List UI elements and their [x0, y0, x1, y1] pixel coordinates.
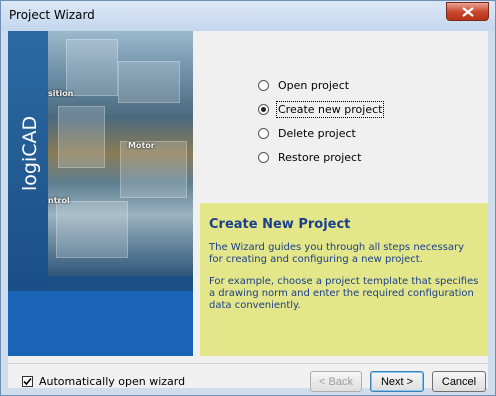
back-button[interactable]: < Back [310, 371, 362, 392]
photo-label-position: sition [48, 89, 74, 98]
option-label: Delete project [278, 126, 356, 140]
next-button[interactable]: Next > [370, 371, 424, 392]
description-paragraph: For example, choose a project template t… [209, 276, 479, 311]
logicad-logo: logiCAD [19, 51, 41, 211]
project-wizard-window: Project Wizard logiCAD sition Motor ntro… [0, 0, 496, 396]
radio-create-new-project[interactable] [258, 103, 269, 115]
auto-open-wizard-checkbox[interactable] [22, 376, 33, 387]
photo-label-control: ntrol [48, 196, 70, 205]
auto-open-wizard-checkbox-row[interactable]: Automatically open wizard [22, 375, 185, 388]
logo-text: logiCAD [20, 116, 41, 191]
photo-tile [118, 61, 180, 103]
option-delete-project[interactable]: Delete project [258, 121, 383, 145]
checkmark-icon [23, 377, 32, 386]
radio-restore-project[interactable] [258, 151, 269, 163]
action-options: Open project Create new project Delete p… [258, 73, 385, 169]
cancel-button[interactable]: Cancel [432, 371, 486, 392]
photo-tile [56, 201, 128, 258]
photo-tile [66, 39, 118, 96]
auto-open-wizard-label: Automatically open wizard [39, 375, 186, 388]
option-label: Create new project [275, 100, 385, 118]
radio-delete-project[interactable] [258, 127, 269, 139]
close-icon [462, 7, 474, 17]
description-panel: Create New Project The Wizard guides you… [200, 203, 488, 356]
description-title: Create New Project [209, 217, 351, 232]
footer-separator [8, 363, 488, 364]
option-label: Restore project [278, 150, 362, 164]
description-paragraph: The Wizard guides you through all steps … [209, 242, 465, 265]
industrial-photo-collage: sition Motor ntrol [48, 31, 193, 276]
photo-tile [58, 106, 105, 168]
wizard-banner-image: logiCAD sition Motor ntrol [8, 31, 193, 356]
option-restore-project[interactable]: Restore project [258, 145, 383, 169]
window-title: Project Wizard [9, 8, 95, 22]
photo-label-motor: Motor [128, 141, 155, 150]
close-button[interactable] [446, 2, 489, 21]
option-label: Open project [278, 78, 350, 92]
banner-blue-band [8, 291, 193, 356]
radio-open-project[interactable] [258, 79, 269, 91]
title-bar[interactable]: Project Wizard [1, 1, 495, 31]
wizard-body: logiCAD sition Motor ntrol Open project [8, 31, 488, 392]
option-open-project[interactable]: Open project [258, 73, 383, 97]
option-create-new-project[interactable]: Create new project [258, 97, 385, 121]
